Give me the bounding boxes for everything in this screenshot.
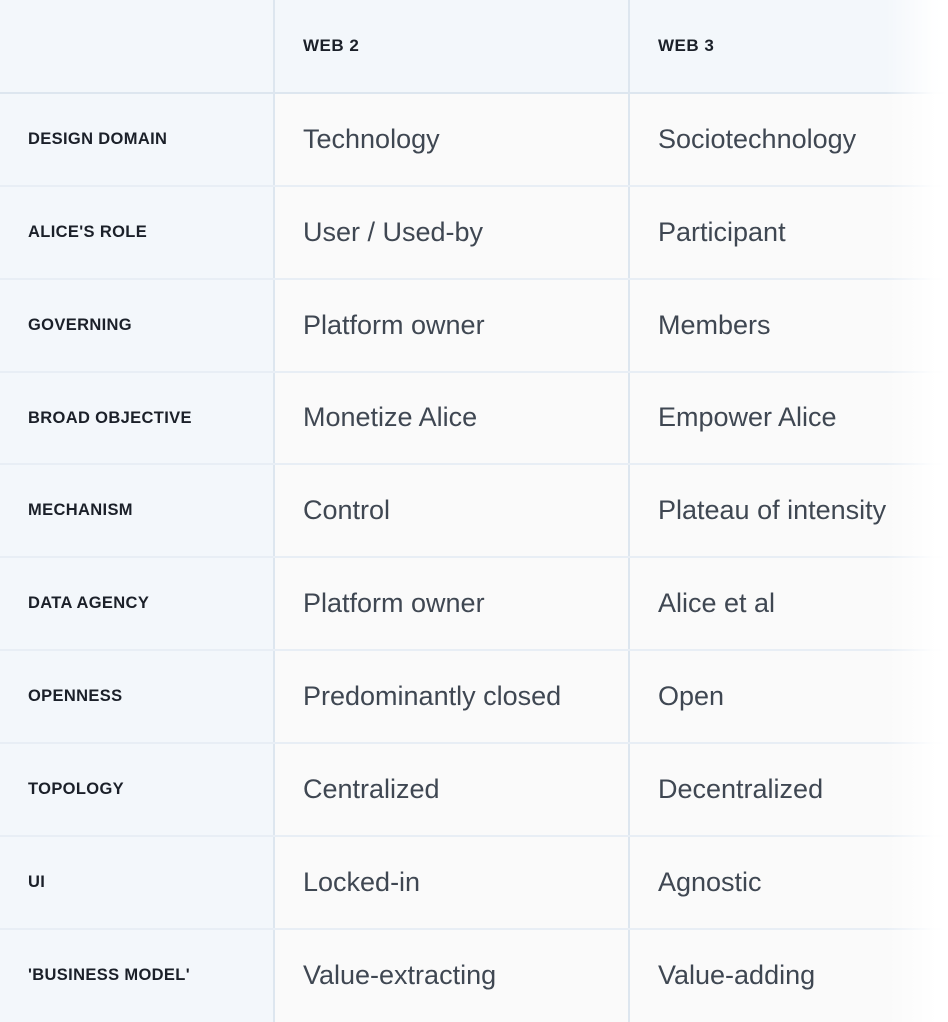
- cell-web2: Predominantly closed: [274, 650, 630, 745]
- cell-value-web3: Empower Alice: [658, 402, 837, 433]
- row-label: BROAD OBJECTIVE: [28, 408, 192, 427]
- table-row: MECHANISM Control Plateau of intensity: [0, 464, 948, 559]
- cell-value-web2: Value-extracting: [303, 960, 497, 991]
- row-label: DATA AGENCY: [28, 594, 150, 613]
- table-row: ALICE'S ROLE User / Used-by Participant: [0, 185, 948, 280]
- row-label-cell: MECHANISM: [0, 464, 275, 559]
- cell-value-web2: Platform owner: [303, 588, 485, 619]
- cell-value-web2: Technology: [303, 123, 440, 154]
- cell-value-web3: Members: [658, 309, 771, 340]
- cell-web3: Decentralized: [629, 743, 948, 838]
- cell-value-web3: Value-adding: [658, 960, 816, 991]
- cell-value-web3: Sociotechnology: [658, 123, 857, 154]
- header-cell-corner: [0, 0, 275, 94]
- row-label: 'BUSINESS MODEL': [28, 966, 190, 985]
- row-label-cell: GOVERNING: [0, 278, 275, 373]
- row-label: UI: [28, 872, 46, 891]
- cell-web3: Members: [629, 278, 948, 373]
- cell-web3: Value-adding: [629, 928, 948, 1022]
- table-row: GOVERNING Platform owner Members: [0, 278, 948, 373]
- table-row: 'BUSINESS MODEL' Value-extracting Value-…: [0, 928, 948, 1022]
- table-row: OPENNESS Predominantly closed Open: [0, 650, 948, 745]
- cell-web3: Agnostic: [629, 836, 948, 930]
- row-label-cell: TOPOLOGY: [0, 743, 275, 838]
- header-cell-web2: WEB 2: [274, 0, 630, 94]
- cell-web2: Monetize Alice: [274, 371, 630, 466]
- table-row: UI Locked-in Agnostic: [0, 836, 948, 930]
- table-row: DESIGN DOMAIN Technology Sociotechnology: [0, 92, 948, 187]
- comparison-table-grid: WEB 2 WEB 3 DESIGN DOMAIN Technology Soc…: [0, 0, 948, 1022]
- cell-web2: Technology: [274, 92, 630, 187]
- row-label: OPENNESS: [28, 687, 123, 706]
- row-label: GOVERNING: [28, 315, 132, 334]
- web2-web3-comparison-table: WEB 2 WEB 3 DESIGN DOMAIN Technology Soc…: [0, 0, 948, 1022]
- row-label: DESIGN DOMAIN: [28, 129, 168, 148]
- cell-value-web2: User / Used-by: [303, 216, 484, 247]
- table-row: TOPOLOGY Centralized Decentralized: [0, 743, 948, 838]
- cell-web3: Plateau of intensity: [629, 464, 948, 559]
- cell-value-web2: Control: [303, 495, 391, 526]
- cell-web2: User / Used-by: [274, 185, 630, 280]
- cell-value-web2: Monetize Alice: [303, 402, 478, 433]
- row-label-cell: ALICE'S ROLE: [0, 185, 275, 280]
- cell-web2: Centralized: [274, 743, 630, 838]
- cell-web2: Platform owner: [274, 278, 630, 373]
- row-label-cell: DATA AGENCY: [0, 557, 275, 652]
- table-body: DESIGN DOMAIN Technology Sociotechnology…: [0, 92, 948, 1022]
- row-label-cell: 'BUSINESS MODEL': [0, 928, 275, 1022]
- cell-value-web3: Alice et al: [658, 588, 776, 619]
- cell-web2: Control: [274, 464, 630, 559]
- row-label-cell: DESIGN DOMAIN: [0, 92, 275, 187]
- row-label: TOPOLOGY: [28, 780, 125, 799]
- cell-web3: Empower Alice: [629, 371, 948, 466]
- row-label-cell: BROAD OBJECTIVE: [0, 371, 275, 466]
- table-row: DATA AGENCY Platform owner Alice et al: [0, 557, 948, 652]
- cell-web2: Platform owner: [274, 557, 630, 652]
- header-label-web3: WEB 3: [658, 35, 715, 55]
- cell-value-web3: Participant: [658, 216, 786, 247]
- cell-value-web3: Agnostic: [658, 866, 762, 897]
- cell-web3: Alice et al: [629, 557, 948, 652]
- cell-web3: Sociotechnology: [629, 92, 948, 187]
- cell-value-web3: Plateau of intensity: [658, 495, 887, 526]
- row-label-cell: UI: [0, 836, 275, 930]
- table-row: BROAD OBJECTIVE Monetize Alice Empower A…: [0, 371, 948, 466]
- cell-value-web3: Decentralized: [658, 774, 824, 805]
- row-label-cell: OPENNESS: [0, 650, 275, 745]
- row-label: MECHANISM: [28, 501, 133, 520]
- table-header: WEB 2 WEB 3: [0, 0, 948, 94]
- cell-value-web3: Open: [658, 681, 725, 712]
- cell-value-web2: Locked-in: [303, 866, 421, 897]
- cell-value-web2: Predominantly closed: [303, 681, 562, 712]
- header-row: WEB 2 WEB 3: [0, 0, 948, 94]
- cell-web3: Participant: [629, 185, 948, 280]
- cell-web3: Open: [629, 650, 948, 745]
- header-cell-web3: WEB 3: [629, 0, 948, 94]
- cell-web2: Value-extracting: [274, 928, 630, 1022]
- cell-value-web2: Platform owner: [303, 309, 485, 340]
- header-label-web2: WEB 2: [303, 35, 360, 55]
- cell-value-web2: Centralized: [303, 774, 440, 805]
- cell-web2: Locked-in: [274, 836, 630, 930]
- row-label: ALICE'S ROLE: [28, 222, 148, 241]
